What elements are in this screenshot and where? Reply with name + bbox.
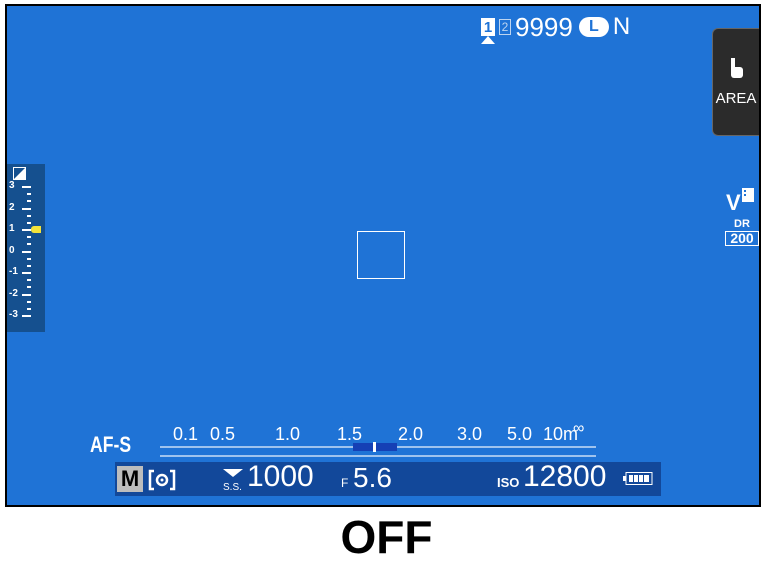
distance-scale-baseline (160, 455, 596, 457)
iso-prefix: ISO (497, 475, 520, 490)
shots-remaining: 9999 (515, 11, 573, 42)
ev-minor-tick (27, 307, 31, 310)
distance-label: 1.5 (337, 424, 363, 444)
ev-major-tick (22, 186, 31, 188)
camera-screen: 1 2 9999 L N AREA V DR 200 3210-1-2 (5, 4, 761, 507)
film-simulation-indicator: V (725, 186, 757, 219)
ev-minor-tick (27, 214, 31, 217)
aperture-value: 5.6 (353, 462, 392, 493)
touch-area-button[interactable]: AREA (712, 28, 759, 136)
ev-major-tick (22, 315, 31, 317)
focus-distance-marker (373, 442, 376, 452)
image-size-badge: L (578, 17, 609, 37)
ev-minor-tick (27, 193, 31, 196)
image-quality: N (612, 13, 631, 40)
exposure-compensation-scale: 3 2 1 0 -1 -2 -3 (7, 164, 45, 332)
ev-minor-tick (27, 257, 31, 260)
ev-major-tick (22, 293, 31, 296)
touch-area-label: AREA (715, 89, 757, 107)
ev-scale-label: 0 (9, 244, 15, 256)
ev-major-tick (22, 250, 31, 253)
top-status-row: 1 2 9999 L N (481, 12, 630, 44)
film-simulation-icon: V (726, 188, 754, 215)
af-frame[interactable] (357, 231, 405, 279)
ev-minor-tick (27, 279, 31, 282)
ev-minor-tick (27, 300, 31, 303)
ev-major-tick (22, 229, 31, 231)
dynamic-range-indicator: DR 200 (725, 218, 759, 246)
metering-multi-icon (148, 469, 176, 491)
distance-label: 2.0 (398, 424, 424, 444)
ev-minor-tick (27, 200, 31, 203)
ev-scale-label: 3 (9, 180, 15, 191)
ev-major-tick (22, 272, 31, 274)
ev-scale-label: 2 (9, 201, 15, 213)
caption-off: OFF (340, 511, 433, 563)
ev-minor-tick (27, 221, 31, 224)
ev-major-tick (22, 207, 31, 210)
active-slot-arrow-icon (481, 36, 495, 44)
iso-value: 12800 (523, 460, 607, 493)
distance-label: 1.0 (275, 424, 301, 444)
ev-scale-label: -2 (9, 287, 18, 299)
ev-minor-tick (27, 236, 31, 239)
exposure-compensation-icon (13, 167, 26, 180)
ev-scale-label: 1 (9, 223, 15, 234)
shutter-speed: 1000 (247, 460, 314, 493)
ev-minor-tick (27, 243, 31, 246)
svg-text:V: V (726, 190, 741, 214)
focus-mode: AF-S (90, 432, 132, 457)
distance-label: 5.0 (507, 424, 533, 444)
distance-label: 3.0 (457, 424, 483, 444)
ev-minor-tick (27, 286, 31, 289)
ev-scale-label: -1 (9, 266, 18, 277)
ev-scale-label: -3 (9, 309, 18, 320)
distance-label: 0.5 (210, 424, 236, 444)
distance-label: 0.1 (173, 424, 199, 444)
card-slot-1: 1 (481, 18, 495, 36)
card-slot-1-indicator: 1 (481, 18, 495, 44)
ev-minor-tick (27, 264, 31, 267)
dr-value: 200 (725, 231, 759, 246)
exposure-mode: M (117, 466, 143, 492)
shutter-icon (223, 469, 243, 477)
distance-label: ∞ (573, 420, 585, 437)
battery-full-icon (623, 472, 653, 485)
ev-current-indicator (31, 226, 41, 233)
touch-finger-icon (731, 57, 743, 78)
card-slot-2: 2 (499, 19, 511, 35)
aperture-prefix: F (341, 476, 349, 490)
